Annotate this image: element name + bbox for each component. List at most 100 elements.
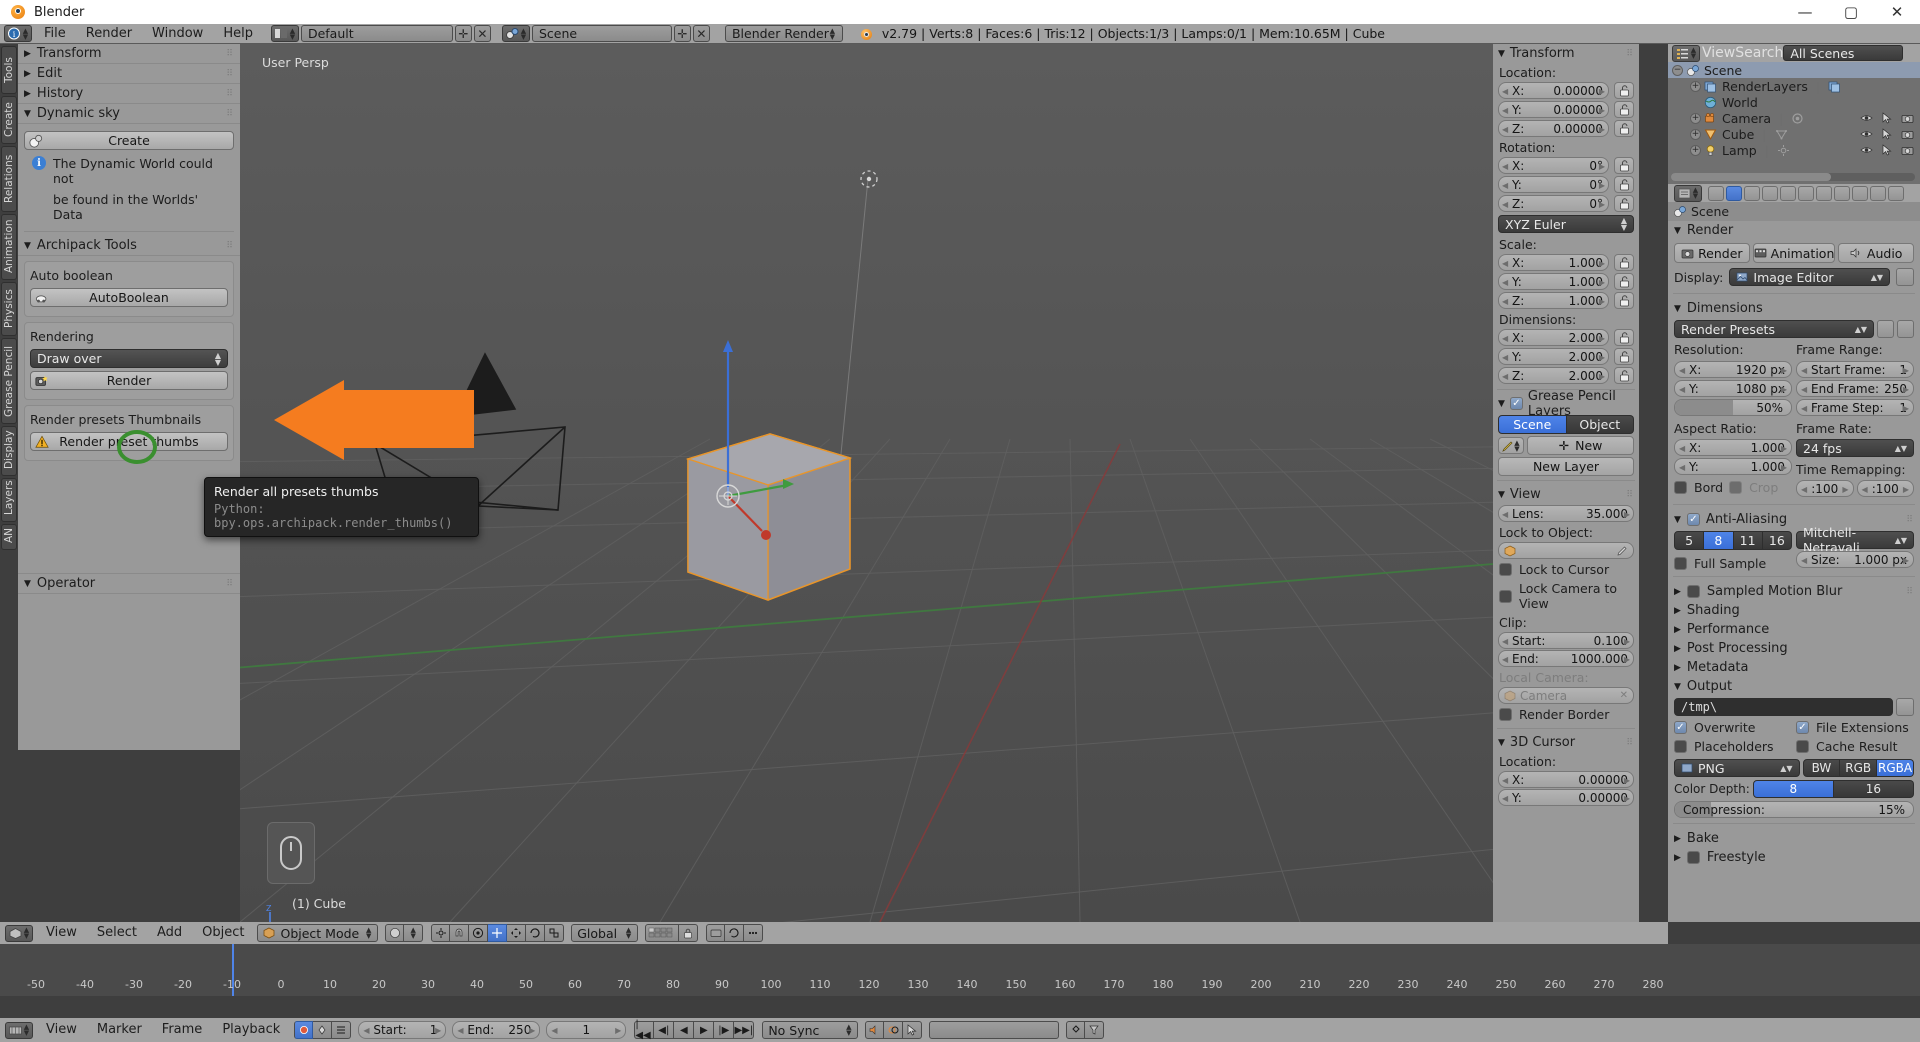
antialiasing-checkbox[interactable] <box>1686 513 1700 526</box>
aspect-y-field[interactable]: ◀ Y: 1.000 ▶ <box>1674 458 1792 475</box>
output-path-browse-button[interactable] <box>1896 698 1914 716</box>
lock-to-cursor-row[interactable]: Lock to Cursor <box>1493 560 1639 579</box>
props-tab-scene[interactable] <box>1762 185 1778 201</box>
cursor-arrow-icon[interactable] <box>1882 144 1892 156</box>
color-mode-rgba[interactable]: RGBA <box>1877 759 1914 777</box>
properties-editor-type[interactable]: ▲ ▼ <box>1674 184 1702 202</box>
border-checkbox[interactable] <box>1674 481 1687 494</box>
menu-window[interactable]: Window <box>142 24 213 44</box>
outliner-row-cube[interactable]: + Cube | <box>1668 126 1920 142</box>
outliner-row-lamp[interactable]: + Lamp | <box>1668 142 1920 158</box>
audio-scrub-button[interactable] <box>865 1021 885 1039</box>
screen-layout-type-icon[interactable]: ▲ ▼ <box>270 25 299 42</box>
resolution-percentage-slider[interactable]: 50% <box>1674 399 1792 416</box>
current-frame-field[interactable]: ◀ 1 ▶ <box>546 1021 627 1039</box>
eyedropper-icon[interactable] <box>1617 545 1628 556</box>
interaction-mode-dropdown[interactable]: Object Mode ▲ ▼ <box>257 924 379 942</box>
lock-scale-x-button[interactable] <box>1614 254 1634 271</box>
border-checkbox-row[interactable]: Bord <box>1674 480 1723 495</box>
gp-new-button[interactable]: ✛ New <box>1527 436 1634 455</box>
scale-x-field[interactable]: ◀ X: 1.000 ▶ <box>1498 254 1609 271</box>
transform-orientation-dropdown[interactable]: Global ▲ ▼ <box>571 924 639 942</box>
compression-slider[interactable]: Compression: 15% <box>1674 801 1914 818</box>
tool-tab-create[interactable]: Create <box>1 96 17 144</box>
only-selected-button[interactable] <box>903 1021 923 1039</box>
timeline-editor[interactable]: -50 -40 -30 -20 -10 0 10 20 30 40 50 60 … <box>0 944 1920 1018</box>
color-depth-16[interactable]: 16 <box>1833 780 1914 798</box>
section-post-processing[interactable]: ▶ Post Processing <box>1668 639 1920 658</box>
rotate-gizmo-button[interactable] <box>526 924 546 942</box>
npanel-transform-header[interactable]: ▼ Transform ⠿ <box>1493 44 1639 63</box>
archipack-render-button[interactable]: Render <box>30 371 228 390</box>
render-image-button[interactable]: Render <box>1674 243 1750 263</box>
render-animation-button[interactable]: Animation <box>1752 243 1836 263</box>
expand-icon[interactable]: + <box>1690 112 1701 124</box>
clip-end-field[interactable]: ◀ End: 1000.000 ▶ <box>1498 650 1634 667</box>
expand-icon[interactable]: + <box>1690 144 1701 156</box>
render-preview-button[interactable] <box>706 924 726 942</box>
crop-checkbox-row[interactable]: Crop <box>1729 480 1778 495</box>
end-frame-field[interactable]: ◀ End: 250 ▶ <box>452 1021 541 1039</box>
render-camera-icon[interactable] <box>1901 129 1914 140</box>
overwrite-checkbox[interactable] <box>1674 721 1687 734</box>
eye-icon[interactable] <box>1860 145 1873 155</box>
local-camera-field[interactable]: Camera ✕ <box>1498 687 1634 704</box>
clear-icon[interactable]: ✕ <box>1620 690 1628 701</box>
full-sample-checkbox[interactable] <box>1674 557 1687 570</box>
props-tab-object[interactable] <box>1798 185 1814 201</box>
lock-rotation-y-button[interactable] <box>1614 176 1634 193</box>
file-extensions-checkbox[interactable] <box>1796 721 1809 734</box>
gp-brush-selector[interactable]: ▲ ▼ <box>1498 437 1524 454</box>
autoboolean-button[interactable]: AutoBoolean <box>30 288 228 307</box>
rotation-z-field[interactable]: ◀ Z: 0° ▶ <box>1498 195 1609 212</box>
viewport-editor-type[interactable]: ▲ ▼ <box>5 924 33 942</box>
crop-checkbox[interactable] <box>1729 481 1743 494</box>
gp-new-layer-button[interactable]: New Layer <box>1498 457 1634 476</box>
outliner-display-mode[interactable]: All Scenes <box>1783 45 1904 61</box>
lock-rotation-z-button[interactable] <box>1614 195 1634 212</box>
collapse-icon[interactable]: − <box>1672 64 1683 76</box>
eye-icon[interactable] <box>1860 113 1873 123</box>
file-format-dropdown[interactable]: PNG ▲▼ <box>1674 759 1800 777</box>
location-x-field[interactable]: ◀ X: 0.00000 ▶ <box>1498 82 1609 99</box>
color-depth-8[interactable]: 8 <box>1752 780 1834 798</box>
clip-start-field[interactable]: ◀ Start: 0.100 ▶ <box>1498 632 1634 649</box>
location-y-field[interactable]: ◀ Y: 0.00000 ▶ <box>1498 101 1609 118</box>
onion-skin-button[interactable] <box>884 1021 904 1039</box>
start-frame-field[interactable]: ◀ Start: 1 ▶ <box>358 1021 447 1039</box>
lens-field[interactable]: ◀ Lens: 35.000 ▶ <box>1498 505 1634 522</box>
panel-archipack-tools[interactable]: ▼ Archipack Tools ⠿ <box>18 236 240 256</box>
lock-camera-to-view-row[interactable]: Lock Camera to View <box>1493 579 1639 613</box>
viewport-menu-add[interactable]: Add <box>148 922 191 944</box>
cursor-arrow-icon[interactable] <box>1882 128 1892 140</box>
section-freestyle[interactable]: ▶ Freestyle <box>1668 848 1920 867</box>
panel-history[interactable]: ▶ History ⠿ <box>18 84 240 104</box>
section-sampled-motion-blur[interactable]: ▶ Sampled Motion Blur ⠿ <box>1668 582 1920 601</box>
rotation-mode-dropdown[interactable]: XYZ Euler ▲ ▼ <box>1498 215 1634 233</box>
props-tab-constraints[interactable] <box>1816 185 1832 201</box>
props-tab-modifiers[interactable] <box>1834 185 1850 201</box>
lock-layers-button[interactable] <box>679 924 699 942</box>
panel-edit[interactable]: ▶ Edit ⠿ <box>18 64 240 84</box>
display-fullscreen-button[interactable] <box>1896 268 1914 286</box>
timeline-menu-frame[interactable]: Frame <box>153 1019 212 1041</box>
scale-y-field[interactable]: ◀ Y: 1.000 ▶ <box>1498 273 1609 290</box>
tool-tab-tools[interactable]: Tools <box>1 46 17 94</box>
cache-result-checkbox[interactable] <box>1796 740 1809 753</box>
play-button[interactable]: ▶ <box>694 1021 715 1039</box>
panel-dynamic-sky[interactable]: ▼ Dynamic sky ⠿ <box>18 104 240 124</box>
render-border-row[interactable]: Render Border <box>1493 705 1639 724</box>
delete-layout-button[interactable]: ✕ <box>473 25 491 42</box>
aa-sample-5[interactable]: 5 <box>1674 531 1705 550</box>
aa-size-field[interactable]: ◀ Size: 1.000 px ▶ <box>1796 551 1914 568</box>
motion-blur-checkbox[interactable] <box>1686 585 1700 598</box>
section-performance[interactable]: ▶ Performance <box>1668 620 1920 639</box>
aspect-x-field[interactable]: ◀ X: 1.000 ▶ <box>1674 439 1792 456</box>
mouse-hint-widget[interactable] <box>267 822 315 884</box>
output-path-field[interactable]: /tmp\ <box>1674 698 1893 716</box>
scale-z-field[interactable]: ◀ Z: 1.000 ▶ <box>1498 292 1609 309</box>
eye-icon[interactable] <box>1860 129 1873 139</box>
outliner-menu-search[interactable]: Search <box>1735 44 1783 62</box>
lock-location-z-button[interactable] <box>1614 120 1634 137</box>
display-dropdown[interactable]: Image Editor ▲▼ <box>1729 268 1890 286</box>
